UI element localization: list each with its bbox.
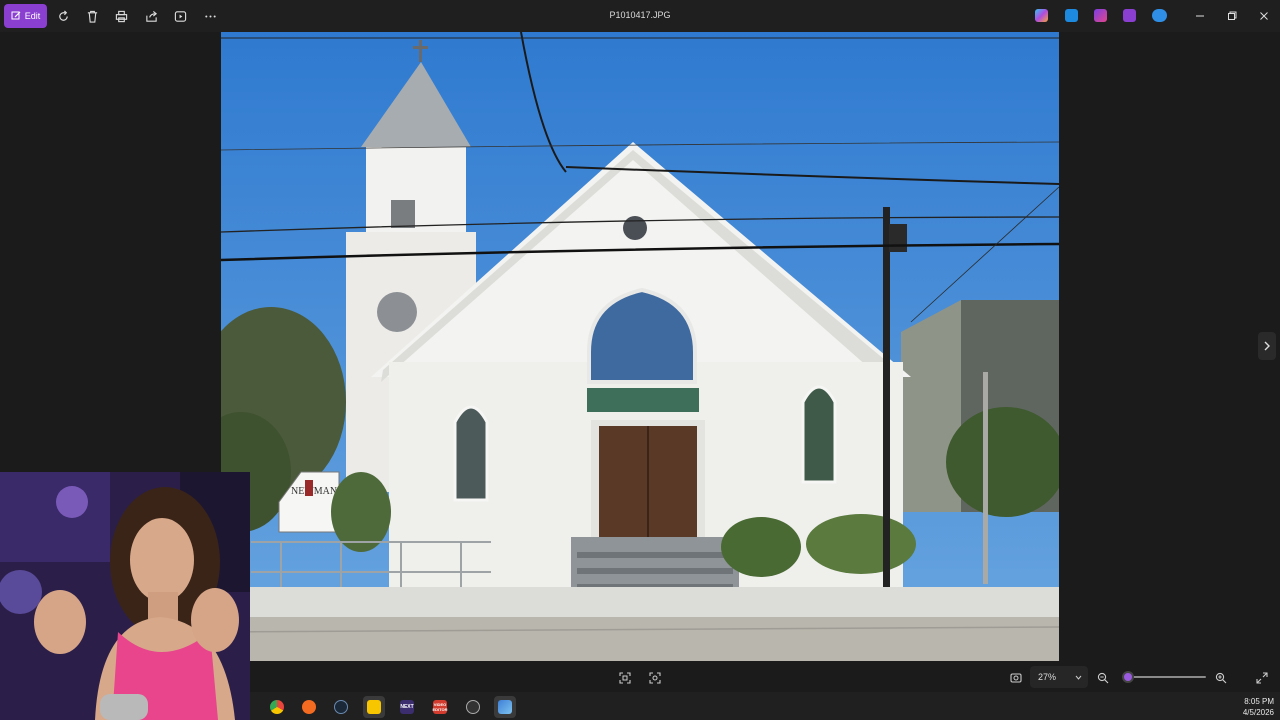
close-icon[interactable] [1256,8,1272,24]
chevron-right-icon [1264,341,1270,351]
zoom-dropdown[interactable]: 27% [1030,666,1088,688]
webcam-feed [0,472,250,720]
more-icon[interactable] [200,6,220,26]
edit-label: Edit [24,11,41,21]
clock-date: 4/5/2026 [1242,708,1274,717]
minimize-icon[interactable] [1192,8,1208,24]
chevron-down-icon [1075,675,1082,680]
video-editor-app-label: VIDEO EDITOR [432,700,448,714]
zoom-slider-thumb[interactable] [1122,671,1135,683]
next-app-icon[interactable]: NEXT [396,696,418,718]
restore-icon[interactable] [1224,8,1240,24]
fullscreen-icon[interactable] [1254,670,1270,686]
file-name: P1010417.JPG [609,10,671,20]
zoom-value: 27% [1038,672,1057,682]
clipchamp-icon[interactable] [1094,9,1107,22]
clock-time: 8:05 PM [1244,697,1274,706]
steam-icon[interactable] [330,696,352,718]
system-clock[interactable]: 8:05 PM 4/5/2026 [1243,696,1274,718]
image-info-icon[interactable] [1008,670,1024,686]
edit-button[interactable]: Edit [4,4,47,28]
rotate-icon[interactable] [53,6,73,26]
top-toolbar: Edit P1010417.JPG [0,0,1280,32]
video-editor-icon[interactable] [1123,9,1136,22]
delete-icon[interactable] [82,6,102,26]
chrome-icon[interactable] [266,696,288,718]
speedometer-icon[interactable] [462,696,484,718]
webcam-overlay [0,472,250,720]
zoom-in-icon[interactable] [1213,670,1229,686]
brave-icon[interactable] [298,696,320,718]
onedrive-icon[interactable] [1152,9,1167,22]
next-image-button[interactable] [1258,332,1276,360]
share-icon[interactable] [141,6,161,26]
fit-to-window-icon[interactable] [617,670,633,686]
church-photo: NEWMAN [221,32,1059,661]
next-app-label: NEXT [400,700,414,714]
taskbar: NEXT VIDEO EDITOR 8:05 PM 4/5/2026 [250,692,1280,720]
photos-app-icon[interactable] [494,696,516,718]
bottom-bar: 27% [250,662,1280,692]
designer-icon[interactable] [1065,9,1078,22]
edit-icon [11,11,21,20]
zoom-slider[interactable] [1122,671,1206,683]
video-editor-app-icon[interactable]: VIDEO EDITOR [429,696,451,718]
print-icon[interactable] [111,6,131,26]
sticky-notes-icon[interactable] [363,696,385,718]
slideshow-icon[interactable] [170,6,190,26]
actual-size-icon[interactable] [647,670,663,686]
zoom-out-icon[interactable] [1095,670,1111,686]
copilot-icon[interactable] [1035,9,1048,22]
photo-viewer-image[interactable]: NEWMAN [221,32,1059,661]
sign-text: NEWMAN [291,486,337,497]
